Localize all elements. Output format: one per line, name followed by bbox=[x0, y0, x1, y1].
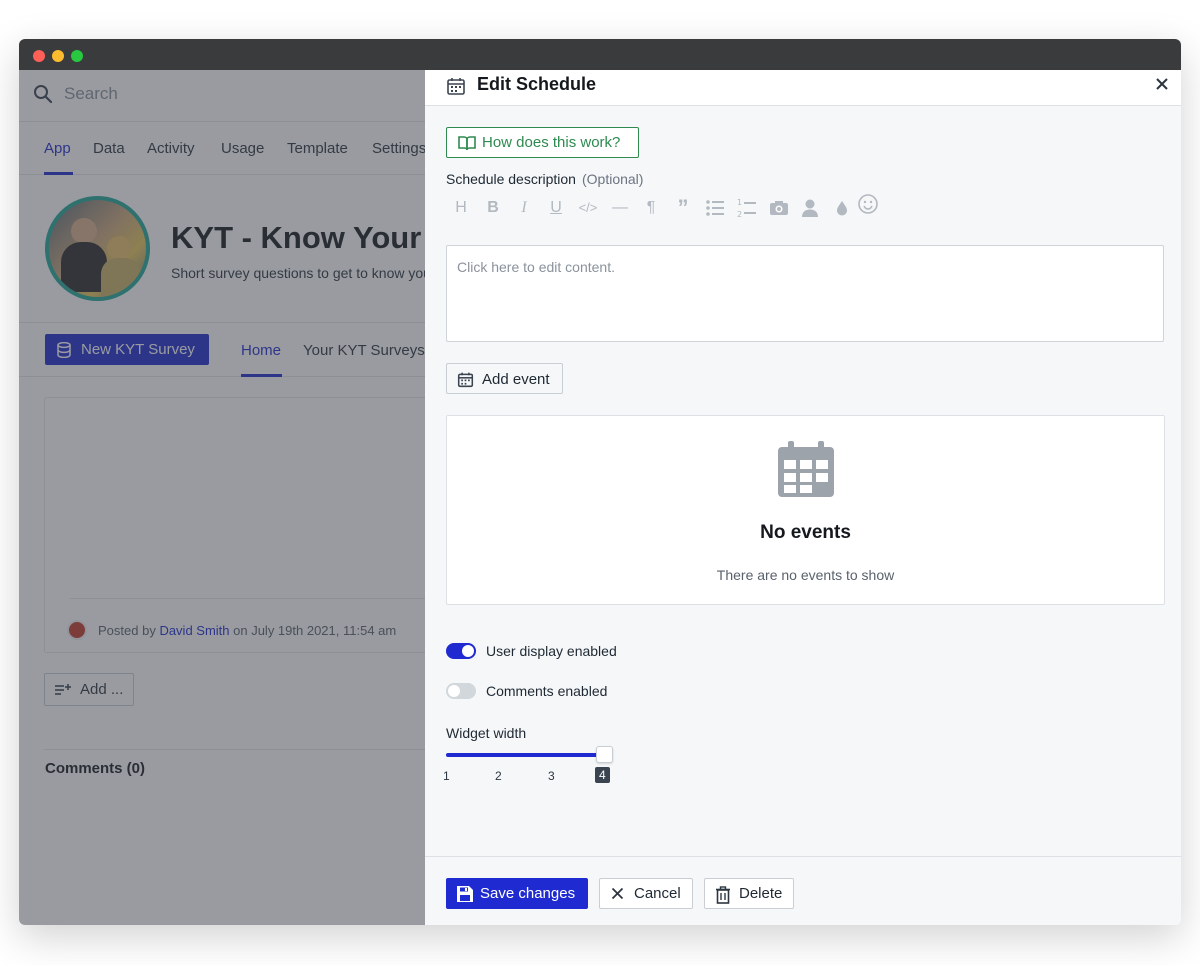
new-survey-button[interactable]: New KYT Survey bbox=[45, 334, 209, 365]
bullet-list-icon[interactable] bbox=[704, 197, 726, 219]
comments-divider bbox=[44, 749, 425, 750]
events-empty-state: No events There are no events to show bbox=[446, 415, 1165, 605]
subtab-home[interactable]: Home bbox=[241, 342, 281, 359]
post-card: Posted by David Smith on July 19th 2021,… bbox=[44, 397, 425, 653]
search-icon bbox=[34, 85, 53, 104]
subtab-your-surveys[interactable]: Your KYT Surveys bbox=[303, 342, 425, 359]
color-icon[interactable] bbox=[831, 197, 853, 219]
calendar-large-icon bbox=[778, 441, 834, 497]
empty-subtitle: There are no events to show bbox=[716, 567, 895, 583]
card-divider bbox=[70, 598, 425, 599]
post-date: on July 19th 2021, 11:54 am bbox=[229, 623, 397, 638]
quote-icon[interactable]: ” bbox=[672, 197, 694, 219]
add-widget-button[interactable]: Add ... bbox=[44, 673, 134, 706]
cancel-label: Cancel bbox=[634, 885, 681, 902]
slider-tick-2: 2 bbox=[495, 769, 502, 783]
description-label-text: Schedule description bbox=[446, 171, 576, 187]
author-avatar bbox=[67, 620, 87, 640]
tab-settings[interactable]: Settings bbox=[372, 140, 426, 157]
comments-label: Comments enabled bbox=[486, 683, 608, 699]
tab-data[interactable]: Data bbox=[93, 140, 125, 157]
slider-tick-3: 3 bbox=[548, 769, 555, 783]
widget-width-slider-track[interactable] bbox=[446, 753, 604, 757]
optional-hint: (Optional) bbox=[581, 171, 644, 187]
window-titlebar bbox=[19, 39, 1181, 70]
help-label: How does this work? bbox=[482, 134, 621, 151]
add-event-label: Add event bbox=[482, 371, 550, 388]
add-event-button[interactable]: Add event bbox=[446, 363, 563, 394]
search-bar[interactable]: Search bbox=[19, 70, 425, 122]
post-meta: Posted by David Smith on July 19th 2021,… bbox=[98, 623, 396, 638]
numbered-list-icon[interactable]: 12 bbox=[736, 197, 758, 219]
active-subtab-indicator bbox=[241, 374, 282, 377]
add-widget-label: Add ... bbox=[80, 681, 124, 698]
description-label: Schedule description (Optional) bbox=[446, 171, 643, 187]
tab-usage[interactable]: Usage bbox=[221, 140, 264, 157]
minimize-window-dot[interactable] bbox=[52, 50, 64, 62]
toggle-knob bbox=[462, 645, 474, 657]
mention-icon[interactable] bbox=[799, 197, 821, 219]
code-icon[interactable]: </> bbox=[577, 197, 599, 219]
emoji-icon[interactable] bbox=[857, 193, 879, 215]
posted-by-text: Posted by bbox=[98, 623, 160, 638]
panel-footer: Save changes Cancel Delete bbox=[425, 856, 1181, 925]
tab-template[interactable]: Template bbox=[287, 140, 348, 157]
widget-width-slider-handle[interactable] bbox=[596, 746, 613, 763]
italic-icon[interactable]: I bbox=[513, 197, 535, 219]
paragraph-icon[interactable]: ¶ bbox=[640, 197, 662, 219]
main-tabs: App Data Activity Usage Template Setting… bbox=[19, 122, 426, 175]
save-icon bbox=[457, 886, 473, 902]
save-label: Save changes bbox=[480, 885, 576, 902]
tab-activity[interactable]: Activity bbox=[147, 140, 195, 157]
editor-placeholder: Click here to edit content. bbox=[457, 259, 615, 275]
delete-label: Delete bbox=[739, 885, 783, 902]
svg-text:2: 2 bbox=[737, 210, 742, 219]
empty-title: No events bbox=[760, 522, 851, 543]
description-editor[interactable]: Click here to edit content. bbox=[446, 245, 1164, 342]
save-changes-button[interactable]: Save changes bbox=[446, 878, 588, 909]
toggle-knob bbox=[448, 685, 460, 697]
edit-schedule-panel: Edit Schedule How does this work? Schedu… bbox=[425, 70, 1181, 925]
new-survey-label: New KYT Survey bbox=[81, 341, 195, 358]
add-list-icon bbox=[55, 684, 71, 695]
close-window-dot[interactable] bbox=[33, 50, 45, 62]
database-icon bbox=[57, 342, 71, 358]
bold-icon[interactable]: B bbox=[482, 197, 504, 219]
calendar-icon bbox=[457, 372, 474, 388]
close-icon[interactable] bbox=[1155, 77, 1169, 91]
comments-heading: Comments (0) bbox=[45, 760, 146, 777]
slider-tick-4-selected: 4 bbox=[595, 767, 610, 783]
svg-text:1: 1 bbox=[737, 198, 742, 207]
user-display-label: User display enabled bbox=[486, 643, 617, 659]
how-does-this-work-button[interactable]: How does this work? bbox=[446, 127, 639, 158]
calendar-icon bbox=[447, 78, 465, 95]
user-display-toggle[interactable] bbox=[446, 643, 476, 659]
tab-app[interactable]: App bbox=[44, 140, 71, 157]
underline-icon[interactable]: U bbox=[545, 197, 567, 219]
maximize-window-dot[interactable] bbox=[71, 50, 83, 62]
divider-icon[interactable]: — bbox=[609, 197, 631, 219]
image-icon[interactable] bbox=[768, 197, 790, 219]
comments-toggle[interactable] bbox=[446, 683, 476, 699]
author-link[interactable]: David Smith bbox=[159, 623, 229, 638]
cancel-button[interactable]: Cancel bbox=[599, 878, 693, 909]
close-icon bbox=[611, 887, 624, 900]
panel-title: Edit Schedule bbox=[477, 74, 597, 94]
heading-icon[interactable]: H bbox=[450, 197, 472, 219]
app-header: KYT - Know Your Team Short survey questi… bbox=[19, 175, 509, 323]
app-avatar bbox=[45, 196, 150, 301]
widget-width-label: Widget width bbox=[446, 725, 527, 741]
panel-header: Edit Schedule bbox=[425, 70, 1181, 106]
delete-button[interactable]: Delete bbox=[704, 878, 794, 909]
book-icon bbox=[458, 136, 476, 151]
slider-tick-1: 1 bbox=[443, 769, 450, 783]
search-input[interactable]: Search bbox=[64, 84, 118, 104]
sub-navigation: New KYT Survey Home Your KYT Surveys bbox=[19, 323, 425, 377]
trash-icon bbox=[716, 886, 730, 904]
browser-window: Search App Data Activity Usage Template … bbox=[19, 39, 1181, 925]
